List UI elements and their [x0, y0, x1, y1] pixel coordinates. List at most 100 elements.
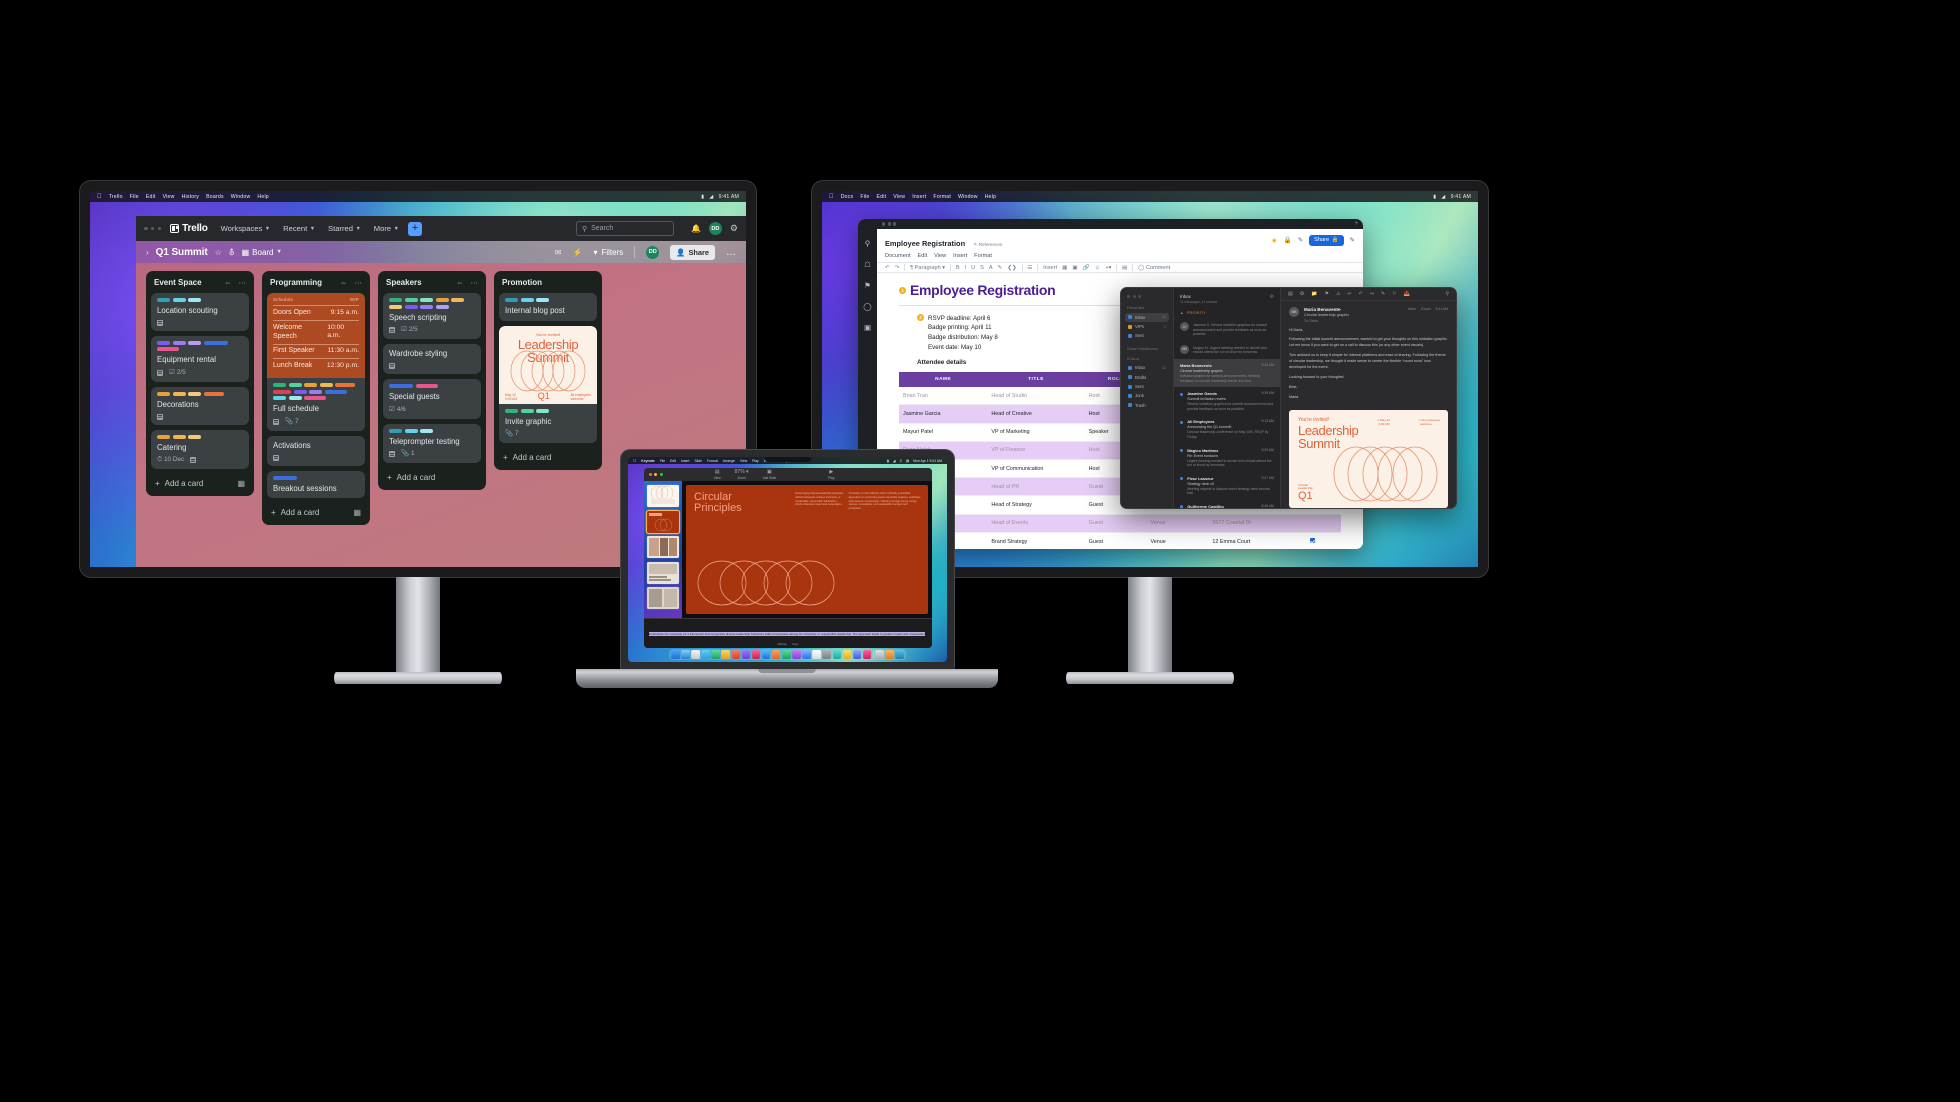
menubar-view[interactable]: View: [740, 459, 747, 463]
compose-icon[interactable]: ✎: [1381, 291, 1385, 297]
forward-icon[interactable]: ↪: [1370, 291, 1374, 297]
undo-icon[interactable]: ↶: [885, 265, 890, 271]
sidebar-toggle-icon[interactable]: ›: [146, 248, 149, 257]
apple-menu-icon[interactable]: : [97, 194, 102, 200]
wifi-icon[interactable]: ◢: [709, 194, 713, 200]
table-icon[interactable]: ▦: [1062, 265, 1067, 271]
card-template-icon[interactable]: ▦: [237, 479, 245, 488]
toolbar-play[interactable]: ▶ Play: [828, 469, 834, 481]
card-schedule[interactable]: Schedule WIP Doors Open 9:15 a.m. Welcom…: [267, 293, 365, 431]
slide-thumbnail[interactable]: [647, 510, 679, 533]
text-color-button[interactable]: A: [989, 265, 993, 271]
search-icon[interactable]: ⚲: [1445, 291, 1449, 297]
priority-item[interactable]: JG Jasmine G. Review invitation graphics…: [1174, 318, 1280, 341]
edit-icon[interactable]: ✎: [1350, 236, 1355, 244]
window-traffic-lights[interactable]: [1125, 295, 1169, 298]
lock-icon[interactable]: 🔒: [1284, 236, 1292, 244]
mail-attachment-poster[interactable]: You're invited! Leadership Summit ↪ May …: [1289, 409, 1448, 508]
card-catering[interactable]: Catering ⏱ 10 Dec: [151, 429, 249, 470]
strikethrough-button[interactable]: S: [980, 265, 984, 271]
menubar-history[interactable]: History: [182, 194, 200, 200]
image-icon[interactable]: ▣: [1072, 265, 1077, 271]
menubar-window[interactable]: Window: [231, 194, 251, 200]
code-icon[interactable]: ❮❯: [1007, 265, 1016, 271]
menubar-app[interactable]: Docs: [841, 194, 854, 200]
dock-trello-icon[interactable]: [852, 650, 862, 659]
menubar-play[interactable]: Play: [752, 459, 759, 463]
new-tab-icon[interactable]: +: [1354, 221, 1358, 227]
slide-thumbnail[interactable]: [647, 587, 679, 609]
menubar-edit[interactable]: Edit: [146, 194, 156, 200]
add-card-button[interactable]: + Add a card ▦: [151, 474, 249, 492]
automation-icon[interactable]: ✉: [555, 248, 562, 257]
menubar-edit[interactable]: Edit: [670, 459, 676, 463]
insert-label[interactable]: Insert: [1043, 265, 1057, 271]
avatar[interactable]: DD: [708, 222, 722, 235]
menu-view[interactable]: View: [934, 253, 946, 259]
dock-messages-icon[interactable]: [701, 650, 710, 659]
list-menu-icon[interactable]: ⋯: [355, 278, 363, 287]
italic-button[interactable]: I: [965, 265, 967, 271]
dock-calendar-icon[interactable]: [741, 650, 751, 659]
mailbox-junk[interactable]: Junk: [1125, 391, 1169, 400]
mailbox-trash[interactable]: Trash: [1125, 401, 1169, 410]
presenter-notes[interactable]: Emphasize the necessity for a framework …: [644, 618, 932, 648]
mailbox-sent[interactable]: Sent: [1125, 382, 1169, 391]
menubar-help[interactable]: Help: [985, 194, 996, 200]
board-view-selector[interactable]: ▦ Board ▼: [242, 248, 282, 257]
toolbar-view[interactable]: ▤ View: [714, 469, 721, 481]
tab-copy[interactable]: Copy: [792, 642, 799, 646]
sort-icon[interactable]: ⚙: [1270, 294, 1274, 300]
mailbox-drafts[interactable]: Drafts: [1125, 373, 1169, 382]
slide-thumbnail[interactable]: [647, 485, 679, 507]
menubar-edit[interactable]: Edit: [877, 194, 887, 200]
collapse-icon[interactable]: ⇔: [456, 278, 464, 287]
board-avatar[interactable]: DD: [646, 245, 660, 259]
mailbox-icloud-inbox[interactable]: Inbox 12: [1125, 363, 1169, 372]
control-center-icon[interactable]: ▤: [906, 459, 909, 463]
toolbar-add-slide[interactable]: ▣ Add Slide: [763, 469, 777, 481]
dock-reminders-icon[interactable]: [832, 650, 842, 659]
dock-facetime-icon[interactable]: [731, 650, 741, 659]
dock-maps-icon[interactable]: [711, 650, 720, 659]
dock-trash-icon[interactable]: [895, 650, 904, 659]
slide-canvas[interactable]: Circular Principles Encouraging diverse …: [682, 481, 932, 618]
window-traffic-lights[interactable]: [144, 226, 162, 231]
pen-icon[interactable]: ✎: [1298, 236, 1303, 244]
comment-button[interactable]: ◯ Comment: [1138, 265, 1170, 271]
dock-appstore-icon[interactable]: [761, 650, 771, 659]
mailbox-sent-favorite[interactable]: Sent: [1125, 331, 1169, 340]
mail-list-item[interactable]: Fleur Lasseur 9:07 AM Strategy deck v5 Me…: [1174, 472, 1280, 500]
delete-icon[interactable]: ♻: [1300, 291, 1304, 297]
dock-finder-icon[interactable]: [671, 650, 680, 659]
collapse-icon[interactable]: ⇔: [340, 278, 348, 287]
slide-thumbnail[interactable]: [647, 536, 679, 558]
collapse-icon[interactable]: ⇔: [224, 278, 232, 287]
card-wardrobe-styling[interactable]: Wardrobe styling: [383, 344, 481, 374]
reply-icon[interactable]: ↩: [1347, 291, 1351, 297]
nav-recent[interactable]: Recent ▼: [283, 224, 315, 233]
card-template-icon[interactable]: ▦: [353, 508, 361, 517]
bold-button[interactable]: B: [956, 265, 960, 271]
comment-marker-icon[interactable]: 2: [917, 313, 924, 321]
menubar-window[interactable]: Window: [958, 194, 978, 200]
notifications-icon[interactable]: 🔔: [691, 224, 701, 233]
menubar-slide[interactable]: Slide: [694, 459, 702, 463]
list-menu-icon[interactable]: ⋯: [471, 278, 479, 287]
bell-icon[interactable]: ⚐: [1392, 291, 1396, 297]
add-card-button[interactable]: + Add a card: [499, 448, 597, 466]
wifi-icon[interactable]: ◢: [893, 459, 896, 463]
menubar-file[interactable]: File: [860, 194, 869, 200]
tasks-icon[interactable]: ▣: [864, 323, 871, 332]
underline-button[interactable]: U: [971, 265, 975, 271]
mailbox-inbox-favorite[interactable]: Inbox 12: [1125, 312, 1169, 322]
emoji-icon[interactable]: ☺: [1095, 265, 1101, 271]
search-icon[interactable]: ⚲: [899, 459, 901, 463]
card-special-guests[interactable]: Special guests ☑ 4/6: [383, 378, 481, 419]
slide-navigator[interactable]: [644, 481, 682, 618]
menubar-boards[interactable]: Boards: [206, 194, 224, 200]
dock-downloads-icon[interactable]: [875, 650, 884, 659]
private-icon[interactable]: ⛢: [229, 248, 235, 257]
menubar-format[interactable]: Format: [707, 459, 718, 463]
add-card-button[interactable]: + Add a card ▦: [267, 503, 365, 521]
